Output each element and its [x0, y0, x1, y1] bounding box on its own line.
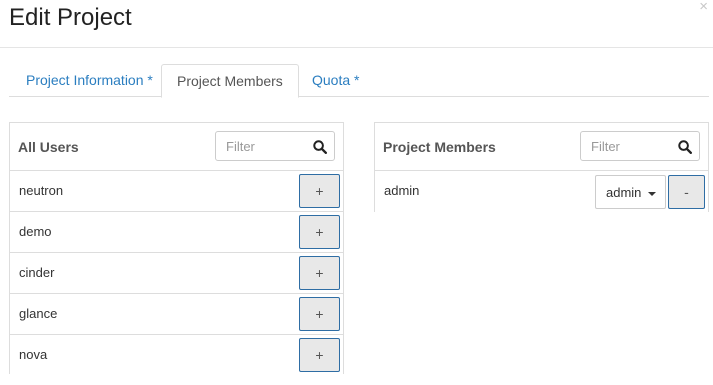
- add-user-button[interactable]: +: [299, 338, 340, 372]
- list-item: demo +: [10, 212, 343, 253]
- list-item: nova +: [10, 335, 343, 376]
- search-icon[interactable]: [678, 140, 692, 154]
- add-user-button[interactable]: +: [299, 174, 340, 208]
- close-icon[interactable]: ×: [699, 0, 708, 14]
- add-user-button[interactable]: +: [299, 297, 340, 331]
- tab-project-information[interactable]: Project Information *: [26, 64, 153, 97]
- user-name: cinder: [19, 265, 55, 280]
- remove-member-button[interactable]: -: [668, 175, 705, 209]
- caret-down-icon: [648, 192, 656, 196]
- all-users-header: All Users: [10, 123, 343, 171]
- search-icon[interactable]: [313, 140, 327, 154]
- all-users-title: All Users: [18, 139, 79, 155]
- add-user-button[interactable]: +: [299, 256, 340, 290]
- tab-quota[interactable]: Quota *: [312, 64, 359, 97]
- list-item: glance +: [10, 294, 343, 335]
- all-users-filter-input[interactable]: [216, 132, 310, 160]
- list-item: neutron +: [10, 171, 343, 212]
- user-name: neutron: [19, 183, 64, 198]
- list-item: admin admin -: [375, 171, 708, 212]
- tab-bar: Project Information * Project Members Qu…: [9, 64, 709, 98]
- role-dropdown[interactable]: admin: [595, 175, 666, 209]
- project-members-filter-input[interactable]: [581, 132, 675, 160]
- project-members-header: Project Members: [375, 123, 708, 171]
- user-name: demo: [19, 224, 52, 239]
- role-label: admin: [606, 185, 642, 200]
- member-name: admin: [384, 183, 420, 198]
- add-user-button[interactable]: +: [299, 215, 340, 249]
- list-item: cinder +: [10, 253, 343, 294]
- header-divider: [0, 47, 713, 48]
- user-name: glance: [19, 306, 58, 321]
- project-members-title: Project Members: [383, 139, 496, 155]
- all-users-panel: All Users neutron + demo + cinder + glan…: [9, 122, 344, 376]
- all-users-filter: [215, 131, 335, 161]
- project-members-panel: Project Members admin admin -: [374, 122, 709, 212]
- user-name: nova: [19, 347, 48, 362]
- tab-project-members[interactable]: Project Members: [161, 64, 299, 98]
- modal-title: Edit Project: [9, 4, 132, 31]
- project-members-filter: [580, 131, 700, 161]
